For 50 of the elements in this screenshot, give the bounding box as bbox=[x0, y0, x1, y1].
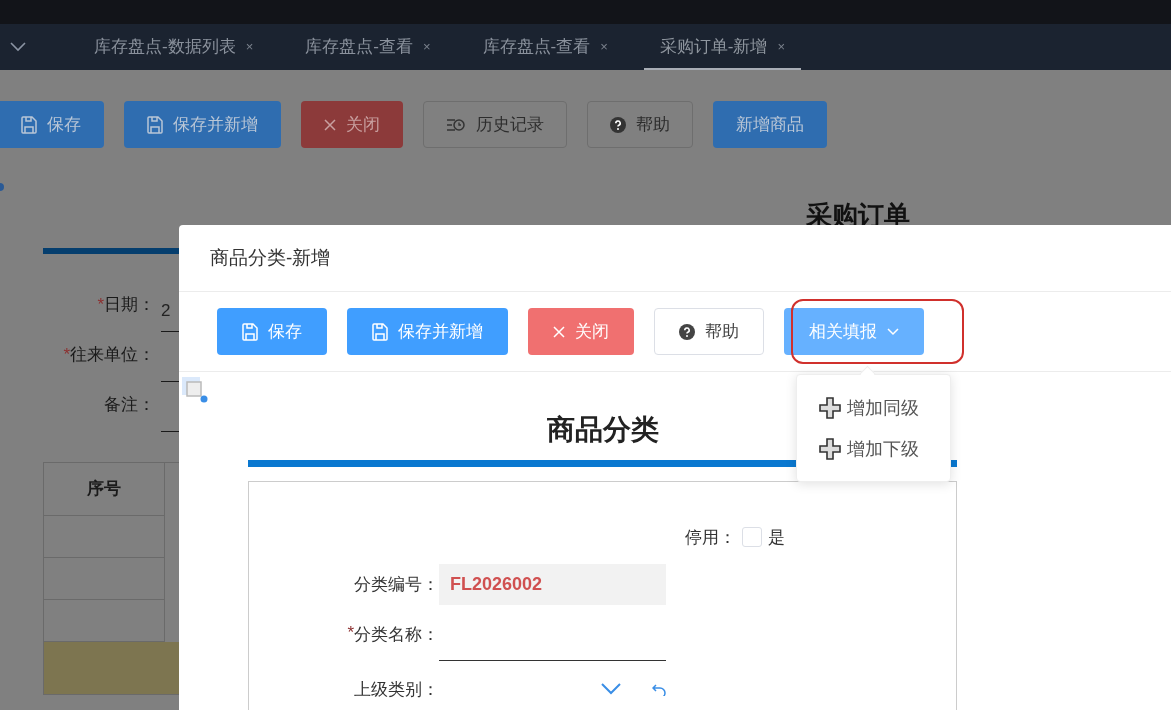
clock-icon bbox=[446, 116, 466, 133]
undo-icon bbox=[652, 683, 666, 696]
field-label: *分类名称： bbox=[346, 622, 439, 646]
input-field: FL2026002 bbox=[439, 564, 666, 605]
save-button[interactable]: 保存 bbox=[0, 101, 104, 148]
field-label: 上级类别： bbox=[353, 679, 439, 701]
field-label: 停用： bbox=[685, 526, 736, 549]
close-icon bbox=[553, 325, 565, 338]
close-icon bbox=[324, 118, 336, 131]
chevron-down-icon bbox=[887, 327, 899, 336]
field-label: *日期： bbox=[96, 294, 156, 316]
tab-close-icon[interactable]: × bbox=[245, 38, 254, 54]
field-label: *往来单位： bbox=[62, 344, 156, 366]
tab[interactable]: 库存盘点-查看 × bbox=[289, 24, 447, 70]
history-button[interactable]: 历史记录 bbox=[423, 101, 567, 148]
plus-icon bbox=[819, 396, 841, 419]
save-icon bbox=[21, 115, 37, 134]
form-heading: 商品分类 bbox=[546, 413, 659, 447]
close-button[interactable]: 关闭 bbox=[528, 308, 634, 355]
help-button[interactable]: 帮助 bbox=[654, 308, 764, 355]
tab-close-icon[interactable]: × bbox=[777, 38, 786, 54]
tab-close-icon[interactable]: × bbox=[600, 38, 608, 54]
menu-item[interactable]: 增加下级 bbox=[797, 428, 950, 469]
checkbox[interactable] bbox=[742, 527, 762, 547]
save-button[interactable]: 保存并新增 bbox=[124, 101, 281, 148]
field-label: 分类编号： bbox=[353, 574, 439, 596]
add-button[interactable]: 新增商品 bbox=[713, 101, 827, 148]
save-icon bbox=[372, 322, 388, 341]
chevron-down-icon bbox=[10, 42, 26, 52]
chevron-down-icon bbox=[600, 682, 622, 697]
field-label: 备注： bbox=[103, 394, 156, 416]
menu-item[interactable]: 增加同级 bbox=[797, 387, 950, 428]
help-icon bbox=[610, 116, 626, 133]
tab-close-icon[interactable]: × bbox=[422, 38, 431, 54]
tab[interactable]: 库存盘点-查看 × bbox=[466, 24, 624, 70]
close-button[interactable]: 关闭 bbox=[301, 101, 403, 148]
save-button[interactable]: 保存并新增 bbox=[347, 308, 508, 355]
column-header: 序号 bbox=[44, 463, 165, 516]
resize-handle-icon bbox=[182, 377, 208, 403]
help-icon bbox=[679, 323, 695, 340]
tab[interactable]: 采购订单-新增 × bbox=[643, 24, 802, 70]
save-icon bbox=[242, 322, 258, 341]
help-button[interactable]: 帮助 bbox=[587, 101, 693, 148]
save-button[interactable]: 保存 bbox=[217, 308, 327, 355]
checkbox-label: 是 bbox=[768, 526, 785, 549]
save-icon bbox=[147, 115, 163, 134]
plus-icon bbox=[819, 437, 841, 460]
dropdown-button[interactable]: 相关填报 bbox=[784, 308, 924, 355]
tab[interactable]: 库存盘点-数据列表 × bbox=[78, 24, 270, 70]
dialog-title: 商品分类-新增 bbox=[210, 246, 331, 270]
